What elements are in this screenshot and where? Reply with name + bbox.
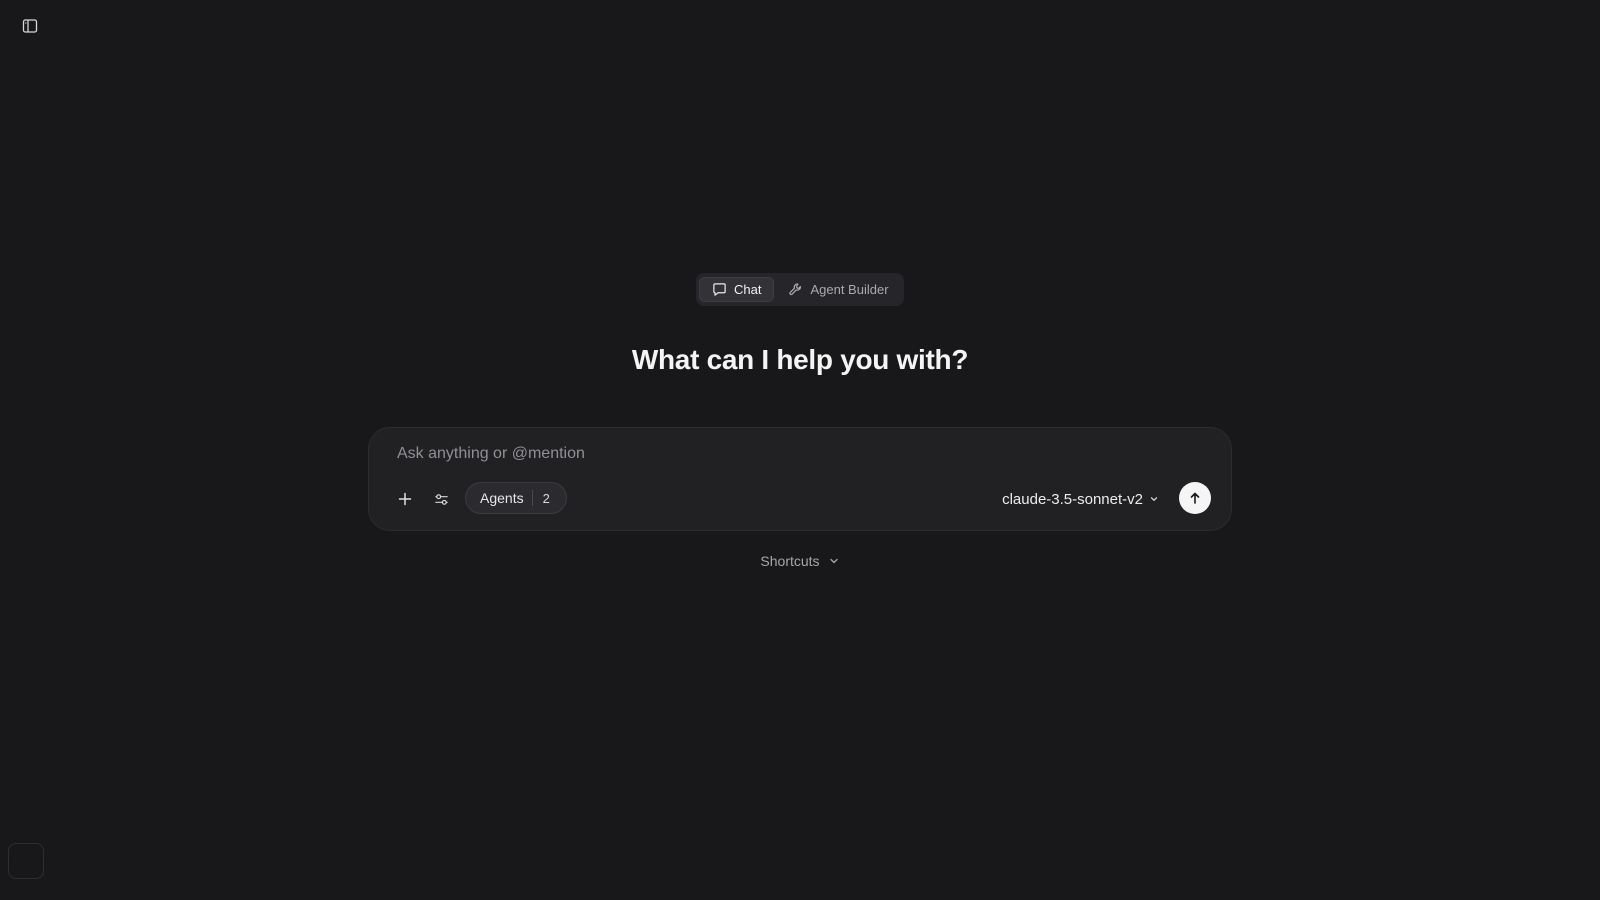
- chevron-down-icon: [1150, 497, 1158, 501]
- shortcuts-section: Shortcuts: [0, 553, 1600, 569]
- settings-button[interactable]: [427, 485, 455, 513]
- model-selector[interactable]: claude-3.5-sonnet-v2: [1002, 484, 1159, 514]
- chat-composer: Agents 2 claude-3.5-sonnet-v2: [368, 427, 1232, 531]
- corner-widget-button[interactable]: [8, 843, 44, 879]
- sliders-icon: [434, 493, 448, 505]
- chevron-down-icon: [829, 558, 838, 564]
- wrench-icon: [789, 283, 802, 296]
- agents-count-badge: 2: [542, 490, 550, 506]
- agents-divider: [531, 490, 533, 506]
- sidebar-panel-icon: [22, 19, 38, 33]
- model-name: claude-3.5-sonnet-v2: [1002, 490, 1143, 508]
- chat-bubble-icon: [713, 283, 726, 296]
- send-button[interactable]: [1179, 482, 1211, 514]
- page-title: What can I help you with?: [631, 344, 969, 375]
- sidebar-toggle-button[interactable]: [18, 14, 42, 38]
- shortcuts-toggle[interactable]: Shortcuts: [760, 553, 839, 569]
- agents-button[interactable]: Agents 2: [465, 482, 567, 514]
- shortcuts-label: Shortcuts: [760, 553, 820, 569]
- tab-agent-builder[interactable]: Agent Builder: [776, 277, 900, 302]
- arrow-up-icon: [1190, 492, 1200, 504]
- mode-switch: Chat Agent Builder: [696, 273, 904, 306]
- tab-chat[interactable]: Chat: [699, 277, 775, 302]
- add-attachment-button[interactable]: [391, 485, 419, 513]
- tab-chat-label: Chat: [734, 282, 762, 297]
- plus-icon: [398, 492, 412, 506]
- chat-input[interactable]: [397, 440, 1197, 468]
- tab-agent-builder-label: Agent Builder: [810, 282, 889, 297]
- agents-label: Agents: [480, 490, 524, 506]
